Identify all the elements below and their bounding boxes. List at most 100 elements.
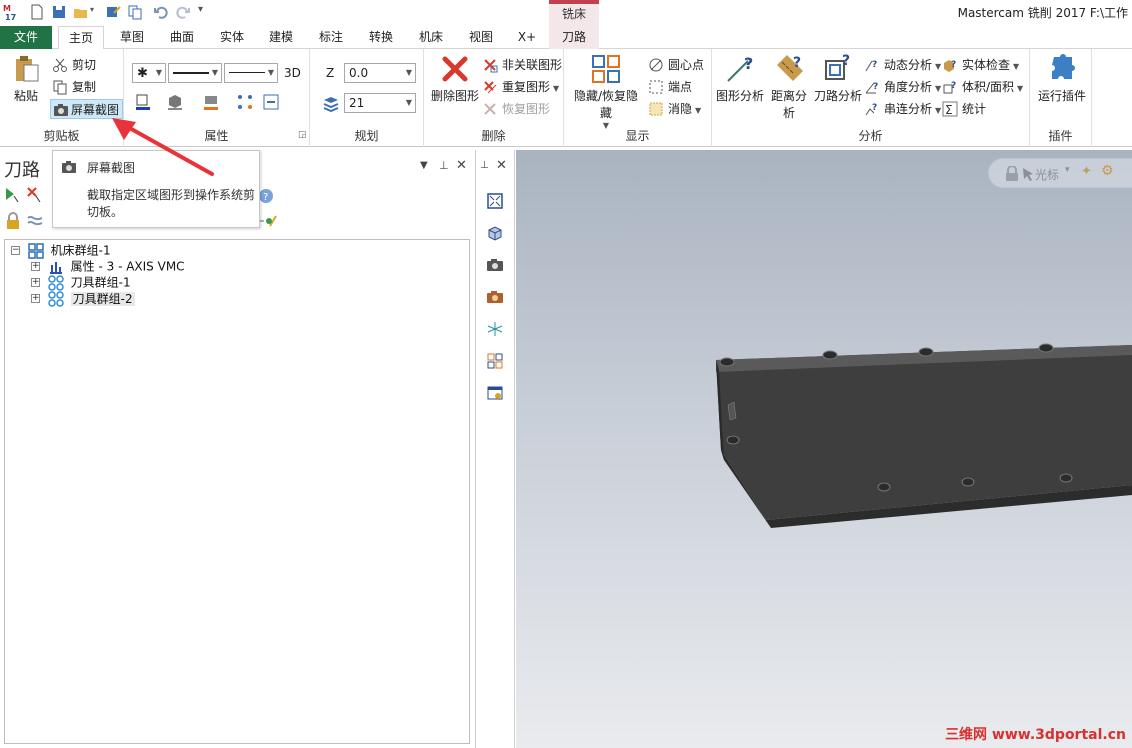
unassociate-icon <box>484 59 498 73</box>
tree-item-toolpath-group[interactable]: + 刀具群组-2 <box>31 290 135 307</box>
tree-item-label: 刀具群组-1 <box>70 275 131 290</box>
panel-options-icon[interactable]: ▼ <box>420 160 428 171</box>
copy-icon <box>53 80 67 95</box>
tab-file[interactable]: 文件 <box>0 26 52 49</box>
tree-item-machine-group[interactable]: − 机床群组-1 <box>11 242 111 259</box>
open-folder-icon[interactable] <box>72 3 90 21</box>
expand-icon[interactable]: + <box>31 294 40 303</box>
endpoints-label: 端点 <box>668 80 693 94</box>
save-as-icon[interactable] <box>104 3 122 21</box>
line-width-dropdown[interactable]: ▼ <box>224 63 278 83</box>
undelete-button[interactable]: 恢复图形 <box>482 99 550 119</box>
axes-icon[interactable] <box>486 320 504 338</box>
camera-icon[interactable] <box>486 256 504 274</box>
open-dropdown-icon[interactable]: ▾ <box>90 5 94 14</box>
paste-icon <box>16 56 39 82</box>
toolpath-analysis-icon: ? <box>825 53 850 80</box>
line-style-dropdown[interactable]: ▼ <box>168 63 222 83</box>
analyze-entity-button[interactable]: ? 图形分析 <box>716 53 764 104</box>
collapse-icon[interactable]: − <box>11 246 20 255</box>
tab-sketch[interactable]: 草图 <box>112 26 152 49</box>
clear-colors-icon[interactable] <box>262 93 280 111</box>
dimension-mode-toggle[interactable]: 3D <box>284 66 301 80</box>
tab-machine[interactable]: 机床 <box>411 26 451 49</box>
new-file-icon[interactable] <box>28 3 46 21</box>
analyze-distance-button[interactable]: ? 距离分析 <box>766 53 812 121</box>
tab-view[interactable]: 视图 <box>461 26 501 49</box>
toggle-display-icon[interactable] <box>26 212 44 230</box>
expand-icon[interactable]: + <box>31 278 40 287</box>
window-title: Mastercam 铣削 2017 F:\工作 <box>957 6 1128 20</box>
mastercam-logo-icon[interactable]: M 17 <box>2 2 22 22</box>
levels-icon <box>323 97 339 112</box>
tab-transform[interactable]: 转换 <box>361 26 401 49</box>
part-model[interactable] <box>516 150 1132 748</box>
tab-drafting[interactable]: 标注 <box>311 26 351 49</box>
save-icon[interactable] <box>50 3 68 21</box>
point-style-dropdown[interactable]: ✱ ▼ <box>132 63 166 83</box>
delete-duplicates-button[interactable]: 重复图形 ▼ <box>482 77 559 97</box>
tab-home[interactable]: 主页 <box>58 26 104 50</box>
chain-analysis-button[interactable]: ? 串连分析 ▼ <box>864 99 941 119</box>
solid-color-icon[interactable] <box>166 93 184 111</box>
volume-area-button[interactable]: ? 体积/面积 ▼ <box>942 77 1023 97</box>
help-icon[interactable]: ? <box>258 188 274 204</box>
svg-text:?: ? <box>951 81 956 91</box>
tab-toolpaths[interactable]: 刀路 <box>549 26 599 49</box>
tree-item-toolpath-group[interactable]: + 刀具群组-1 <box>31 274 131 291</box>
tab-model-prep[interactable]: 建模 <box>261 26 301 49</box>
tree-item-label: 刀具群组-2 <box>70 291 135 306</box>
angle-analysis-button[interactable]: ? 角度分析 ▼ <box>864 77 941 97</box>
redo-icon[interactable] <box>174 3 192 21</box>
solid-check-button[interactable]: ? 实体检查 ▼ <box>942 55 1019 75</box>
point-grid-icon[interactable] <box>236 93 254 111</box>
copy-file-icon[interactable] <box>126 3 144 21</box>
deselect-operations-icon[interactable] <box>26 186 44 204</box>
blank-button[interactable]: 消隐 ▼ <box>648 99 701 119</box>
context-tab-group-label: 铣床 <box>549 0 599 26</box>
panel-title: 刀路 <box>4 160 40 181</box>
arc-centers-button[interactable]: 圆心点 <box>648 55 704 75</box>
z-depth-input[interactable]: 0.0 ▼ <box>344 63 416 83</box>
dynamic-analysis-button[interactable]: ? 动态分析 ▼ <box>864 55 941 75</box>
paste-button[interactable]: 粘贴 <box>6 53 46 104</box>
unassociate-button[interactable]: 非关联图形 <box>482 55 562 75</box>
analyze-toolpath-button[interactable]: ? 刀路分析 <box>814 53 862 104</box>
close-icon[interactable]: ✕ <box>456 158 467 173</box>
camera-icon <box>54 104 68 116</box>
wireframe-color-icon[interactable] <box>134 93 152 111</box>
toolpath-tools-icon[interactable] <box>258 212 288 230</box>
delete-entities-button[interactable]: 删除图形 <box>428 53 482 104</box>
level-input[interactable]: 21 ▼ <box>344 93 416 113</box>
lock-icon[interactable] <box>4 212 22 230</box>
tab-xplus[interactable]: X+ <box>509 26 545 49</box>
svg-text:M: M <box>3 4 11 13</box>
view-settings-icon[interactable] <box>486 384 504 402</box>
tab-surfaces[interactable]: 曲面 <box>162 26 202 49</box>
customize-quick-access-icon[interactable]: ▾ <box>198 4 203 15</box>
undo-icon[interactable] <box>152 3 170 21</box>
select-all-operations-icon[interactable] <box>4 186 22 204</box>
svg-text:?: ? <box>872 60 877 70</box>
pin-icon[interactable]: ⊥ <box>480 160 489 171</box>
close-icon[interactable]: ✕ <box>496 158 507 173</box>
expand-icon[interactable]: + <box>31 262 40 271</box>
cut-button[interactable]: 剪切 <box>52 55 96 75</box>
layout-grid-icon[interactable] <box>486 352 504 370</box>
endpoints-button[interactable]: 端点 <box>648 77 692 97</box>
properties-icon <box>49 261 62 274</box>
annotation-arrow <box>112 118 214 176</box>
hide-unhide-button[interactable]: 隐藏/恢复隐藏 ▼ <box>568 53 644 130</box>
tab-solids[interactable]: 实体 <box>212 26 252 49</box>
statistics-button[interactable]: Σ 统计 <box>942 99 986 119</box>
copy-button[interactable]: 复制 <box>52 77 96 97</box>
surface-color-icon[interactable] <box>202 93 220 111</box>
pin-icon[interactable]: ⊥ <box>439 159 449 172</box>
run-addin-button[interactable]: 运行插件 <box>1034 53 1090 104</box>
fit-screen-icon[interactable] <box>486 192 504 210</box>
tree-item-properties[interactable]: + 属性 - 3 - AXIS VMC <box>31 258 185 274</box>
isometric-view-icon[interactable] <box>486 224 504 242</box>
toolpath-group-icon <box>48 274 64 291</box>
screenshot-save-icon[interactable] <box>486 288 504 306</box>
graphics-viewport[interactable]: 光标 ▾ ✦ ⚙ 三维网 www.3dportal.cn <box>516 150 1132 748</box>
